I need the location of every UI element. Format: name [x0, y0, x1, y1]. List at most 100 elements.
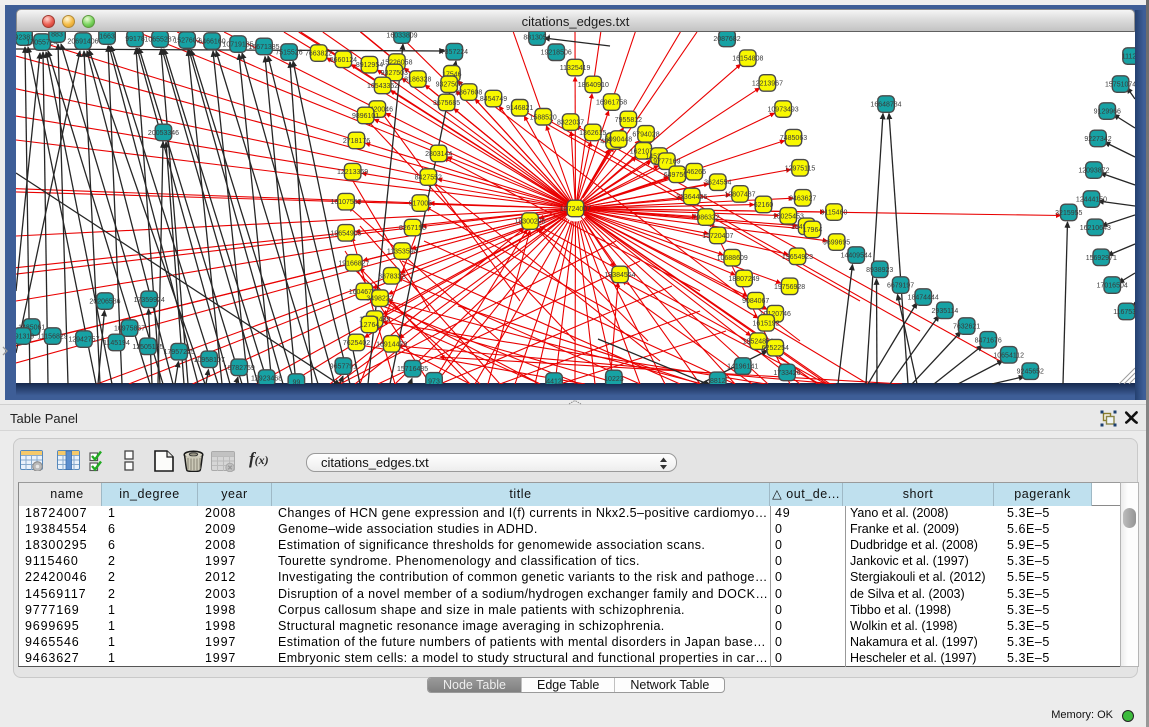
svg-text:7485063: 7485063 [780, 135, 807, 142]
svg-text:11123: 11123 [1122, 53, 1135, 60]
svg-text:16782759: 16782759 [224, 364, 255, 371]
svg-text:16648784: 16648784 [870, 101, 901, 108]
svg-text:19756928: 19756928 [774, 283, 805, 290]
svg-text:19166827: 19166827 [338, 260, 369, 267]
svg-text:391319: 391319 [16, 333, 34, 340]
svg-text:2867608: 2867608 [455, 89, 482, 96]
svg-text:8427552: 8427552 [415, 174, 442, 181]
svg-text:8660124: 8660124 [330, 56, 357, 63]
svg-text:9245652: 9245652 [1017, 368, 1044, 375]
svg-text:3675685: 3675685 [433, 100, 460, 107]
svg-text:1145194: 1145194 [103, 340, 130, 347]
svg-text:8990448: 8990448 [605, 136, 632, 143]
svg-text:10655287: 10655287 [144, 36, 175, 43]
svg-text:7632621: 7632621 [953, 323, 980, 330]
svg-text:3215955: 3215955 [1055, 210, 1082, 217]
svg-text:9777169: 9777169 [653, 158, 680, 165]
svg-text:1167530: 1167530 [1113, 309, 1135, 316]
svg-text:16543362: 16543362 [367, 83, 398, 90]
svg-text:7986322: 7986322 [692, 214, 719, 221]
svg-text:10973493: 10973493 [768, 106, 799, 113]
svg-text:3498222: 3498222 [366, 295, 393, 302]
svg-text:8938923: 8938923 [866, 266, 893, 273]
svg-text:15720407: 15720407 [702, 232, 733, 239]
svg-text:21364436: 21364436 [676, 194, 707, 201]
svg-text:8267150: 8267150 [399, 225, 426, 232]
svg-text:8322037: 8322037 [557, 119, 584, 126]
svg-text:8812: 8812 [710, 377, 726, 383]
svg-text:62160: 62160 [754, 201, 774, 208]
svg-text:19654905: 19654905 [330, 230, 361, 237]
svg-text:16154808: 16154808 [732, 55, 763, 62]
svg-text:15692971: 15692971 [1086, 254, 1117, 261]
svg-text:99178: 99178 [125, 36, 145, 43]
svg-text:16210643: 16210643 [1080, 224, 1111, 231]
svg-text:6252254: 6252254 [762, 345, 789, 352]
svg-text:4412: 4412 [546, 378, 562, 384]
svg-text:18807249: 18807249 [728, 276, 759, 283]
svg-text:2935114: 2935114 [932, 307, 959, 314]
svg-text:7955812: 7955812 [615, 117, 642, 124]
svg-text:973: 973 [428, 378, 440, 384]
svg-text:8813054: 8813054 [523, 34, 550, 41]
svg-text:10688609: 10688609 [717, 255, 748, 262]
svg-text:11156829: 11156829 [38, 333, 68, 340]
svg-text:9896101: 9896101 [352, 113, 379, 120]
svg-text:10975867: 10975867 [114, 325, 145, 332]
svg-text:20053346: 20053346 [148, 130, 179, 137]
svg-text:14409544: 14409544 [841, 252, 872, 259]
svg-text:12213369: 12213369 [337, 169, 368, 176]
svg-text:12942757: 12942757 [68, 336, 99, 343]
svg-text:18724007: 18724007 [560, 206, 591, 213]
svg-text:12975115: 12975115 [785, 165, 816, 172]
svg-text:10223: 10223 [604, 376, 624, 383]
svg-text:2087682: 2087682 [713, 36, 740, 43]
svg-text:16033809: 16033809 [386, 32, 417, 39]
svg-text:14196141: 14196141 [727, 363, 758, 370]
svg-text:9146821: 9146821 [506, 105, 533, 112]
svg-text:10807487: 10807487 [724, 191, 755, 198]
svg-text:11353594: 11353594 [387, 248, 418, 255]
svg-text:2718176: 2718176 [343, 137, 370, 144]
svg-text:8912954: 8912954 [356, 62, 383, 69]
svg-text:3624554: 3624554 [704, 179, 731, 186]
svg-text:7663822: 7663822 [305, 50, 332, 57]
svg-text:1733426: 1733426 [773, 370, 800, 377]
svg-text:8878332: 8878332 [378, 273, 405, 280]
svg-text:12505135: 12505135 [132, 343, 163, 350]
svg-text:17957225: 17957225 [164, 349, 195, 356]
svg-text:16961758: 16961758 [596, 99, 627, 106]
svg-text:15751074: 15751074 [1105, 81, 1135, 88]
svg-text:9657791: 9657791 [330, 363, 357, 370]
svg-text:2803144: 2803144 [425, 150, 452, 157]
svg-text:18474444: 18474444 [908, 294, 939, 301]
svg-text:19384554: 19384554 [604, 272, 635, 279]
svg-text:8471676: 8471676 [975, 337, 1002, 344]
svg-text:11325419: 11325419 [560, 65, 591, 72]
svg-text:9129966: 9129966 [1094, 108, 1121, 115]
svg-text:12444150: 12444150 [1076, 196, 1107, 203]
svg-text:18300295: 18300295 [514, 218, 545, 225]
svg-text:7357224: 7357224 [441, 49, 468, 56]
svg-text:15716485: 15716485 [397, 366, 428, 373]
svg-text:9463627: 9463627 [789, 195, 816, 202]
svg-text:20206586: 20206586 [89, 298, 120, 305]
svg-text:16107553: 16107553 [330, 199, 361, 206]
svg-text:12213967: 12213967 [752, 80, 783, 87]
svg-text:17016504: 17016504 [1097, 282, 1128, 289]
svg-text:10958107: 10958107 [194, 356, 225, 363]
svg-text:12764: 12764 [360, 322, 380, 329]
svg-text:10654112: 10654112 [993, 352, 1024, 359]
svg-text:9227342: 9227342 [1084, 136, 1111, 143]
svg-text:12923468: 12923468 [251, 375, 282, 382]
svg-text:7625402: 7625402 [343, 340, 370, 347]
svg-text:7515526: 7515526 [275, 49, 302, 56]
svg-text:9699695: 9699695 [823, 239, 850, 246]
svg-text:20691406: 20691406 [67, 38, 98, 45]
svg-text:883: 883 [51, 32, 63, 39]
svg-text:19218506: 19218506 [541, 49, 572, 56]
svg-text:917006: 917006 [409, 200, 432, 207]
svg-text:6794028: 6794028 [632, 131, 659, 138]
svg-text:99: 99 [293, 379, 301, 384]
svg-text:1588520: 1588520 [530, 114, 557, 121]
